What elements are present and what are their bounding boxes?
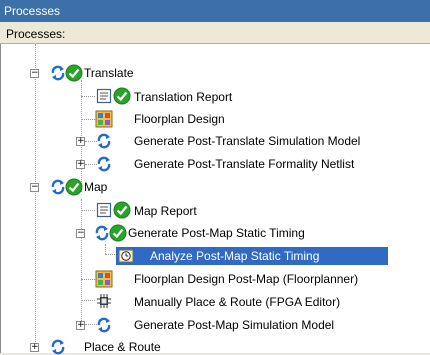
tree-line bbox=[81, 119, 95, 120]
expand-place-route-toggle[interactable]: + bbox=[30, 343, 39, 352]
floorplan-icon bbox=[95, 110, 113, 128]
refresh-icon bbox=[51, 65, 65, 81]
check-success-icon bbox=[113, 87, 131, 105]
tree-item-map-report[interactable]: Map Report bbox=[134, 203, 197, 219]
collapse-gen-post-map-static-timing-toggle[interactable]: − bbox=[76, 229, 85, 238]
tree-line bbox=[81, 300, 95, 301]
tree-item-translate[interactable]: Translate bbox=[84, 65, 134, 81]
tree-line bbox=[35, 44, 36, 344]
tree-item-gen-post-map-sim[interactable]: Generate Post-Map Simulation Model bbox=[134, 317, 334, 333]
refresh-icon bbox=[51, 179, 65, 195]
expand-gen-post-map-sim-toggle[interactable]: + bbox=[76, 321, 85, 330]
tree-item-manually-place-route[interactable]: Manually Place & Route (FPGA Editor) bbox=[134, 294, 340, 310]
tree-line bbox=[81, 279, 95, 280]
refresh-icon bbox=[97, 317, 111, 333]
tree-line bbox=[81, 199, 82, 329]
timing-analyzer-icon bbox=[118, 249, 134, 263]
tree-item-map[interactable]: Map bbox=[84, 179, 107, 195]
expand-gen-post-translate-formality-toggle[interactable]: + bbox=[76, 160, 85, 169]
report-document-icon bbox=[96, 88, 112, 104]
tree-item-gen-post-translate-sim[interactable]: Generate Post-Translate Simulation Model bbox=[134, 133, 360, 149]
processes-header: Processes: bbox=[0, 22, 430, 44]
tree-item-floorplan-design-post-map[interactable]: Floorplan Design Post-Map (Floorplanner) bbox=[134, 271, 358, 287]
refresh-icon bbox=[95, 225, 109, 241]
collapse-map-toggle[interactable]: − bbox=[30, 183, 39, 192]
tree-item-gen-post-map-static-timing[interactable]: Generate Post-Map Static Timing bbox=[128, 225, 305, 241]
check-success-icon bbox=[113, 201, 131, 219]
tree-line bbox=[81, 210, 95, 211]
panel-title-bar: Processes bbox=[0, 0, 430, 22]
refresh-icon bbox=[97, 156, 111, 172]
processes-header-label: Processes: bbox=[6, 27, 66, 41]
floorplanner-icon bbox=[95, 270, 113, 288]
check-success-icon bbox=[109, 224, 127, 242]
tree-item-analyze-post-map-static-timing[interactable]: Analyze Post-Map Static Timing bbox=[150, 248, 319, 264]
check-success-icon bbox=[65, 178, 83, 196]
check-success-icon bbox=[65, 64, 83, 82]
expand-gen-post-translate-sim-toggle[interactable]: + bbox=[76, 137, 85, 146]
tree-line bbox=[105, 244, 106, 254]
collapse-translate-toggle[interactable]: − bbox=[30, 69, 39, 78]
panel-title: Processes bbox=[4, 4, 61, 18]
tree-item-translation-report[interactable]: Translation Report bbox=[134, 89, 232, 105]
tree-item-floorplan-design[interactable]: Floorplan Design bbox=[134, 111, 225, 127]
refresh-icon bbox=[97, 133, 111, 149]
report-document-icon bbox=[96, 202, 112, 218]
tree-item-gen-post-translate-formality[interactable]: Generate Post-Translate Formality Netlis… bbox=[134, 156, 354, 172]
tree-line bbox=[81, 96, 95, 97]
fpga-editor-chip-icon bbox=[97, 294, 111, 308]
